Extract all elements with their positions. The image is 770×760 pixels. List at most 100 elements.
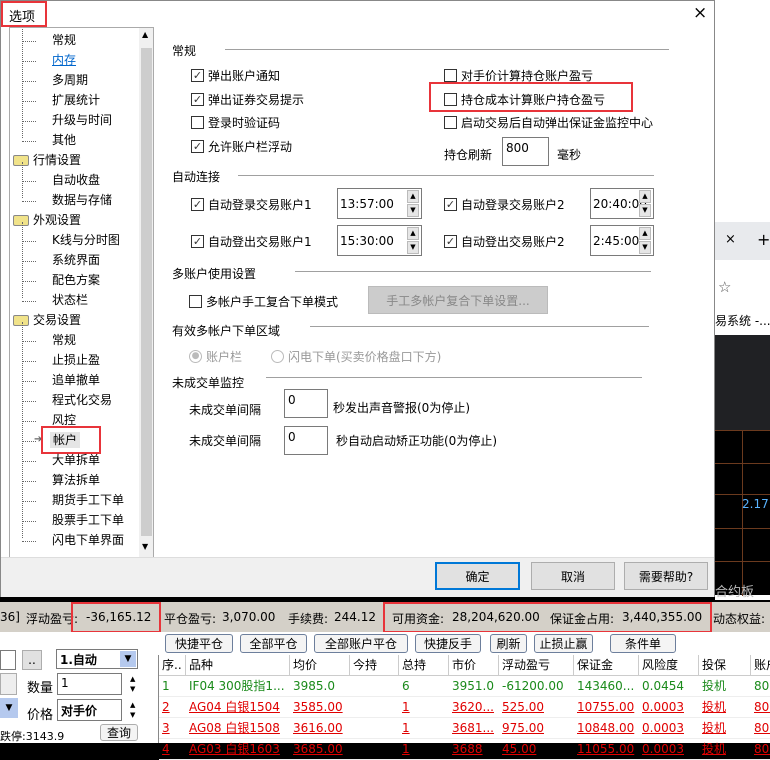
table-cell[interactable]: 1 [159, 676, 186, 697]
tree-item-1[interactable]: 内存 [52, 52, 76, 68]
table-cell[interactable]: 10848.00 [574, 718, 639, 739]
table-cell[interactable] [350, 676, 399, 697]
time-spinner-0[interactable]: 13:57:00 ▲ ▼ [337, 188, 422, 219]
table-cell[interactable]: 11055.00 [574, 739, 639, 760]
tree-group-9[interactable]: 外观设置 [33, 212, 81, 228]
table-cell[interactable]: 投机 [699, 676, 751, 697]
table-cell[interactable]: -61200.00 [499, 676, 574, 697]
table-cell[interactable]: 投机 [699, 697, 751, 718]
time-spinner-3[interactable]: 2:45:00 ▲ ▼ [590, 225, 654, 256]
general-checkbox-right-0[interactable]: 对手价计算持仓账户盈亏 [444, 67, 593, 84]
cancel-button[interactable]: 取消 [531, 562, 615, 590]
general-checkbox-2[interactable]: 登录时验证码 [191, 114, 280, 131]
tree-scrollbar[interactable]: ▲ ▼ [139, 28, 153, 557]
spin-up-icon[interactable]: ▲ [407, 227, 419, 240]
browse-button[interactable]: .. [22, 650, 42, 670]
table-cell[interactable]: 0.0003 [639, 739, 699, 760]
time-spinner-2[interactable]: 15:30:00 ▲ ▼ [337, 225, 422, 256]
tree-item-16[interactable]: 止损止盈 [52, 352, 100, 368]
table-cell[interactable]: 3685.00 [290, 739, 350, 760]
spin-down-icon[interactable]: ▼ [639, 241, 651, 254]
table-cell[interactable]: 45.00 [499, 739, 574, 760]
table-cell[interactable]: 0.0003 [639, 718, 699, 739]
spin-down-icon[interactable]: ▼ [639, 204, 651, 217]
auto-connect-checkbox-0[interactable]: ✓ 自动登录交易账户1 [191, 196, 312, 213]
tree-item-0[interactable]: 常规 [52, 32, 76, 48]
tree-item-5[interactable]: 其他 [52, 132, 76, 148]
table-cell[interactable]: AG04 白银1504 [186, 697, 290, 718]
auto-connect-checkbox-1[interactable]: ✓ 自动登录交易账户2 [444, 196, 565, 213]
table-cell[interactable]: 6 [399, 676, 449, 697]
table-cell[interactable]: 525.00 [499, 697, 574, 718]
toolbar-button-6[interactable]: 条件单 [610, 634, 676, 653]
time-spinner-1[interactable]: 20:40:00 ▲ ▼ [590, 188, 654, 219]
tree-item-25[interactable]: 闪电下单界面 [52, 532, 124, 548]
alarm-interval-input[interactable]: 0 [284, 389, 328, 418]
tree-item-13[interactable]: 状态栏 [52, 292, 88, 308]
side-button[interactable] [0, 673, 17, 695]
tab-close-icon[interactable]: × [725, 232, 736, 247]
code-input[interactable] [0, 650, 16, 670]
table-cell[interactable]: 807 [751, 676, 770, 697]
table-cell[interactable]: AG03 白银1603 [186, 739, 290, 760]
auto-connect-checkbox-2[interactable]: ✓ 自动登出交易账户1 [191, 233, 312, 250]
tree-group-14[interactable]: 交易设置 [33, 312, 81, 328]
table-cell[interactable]: 3681... [449, 718, 499, 739]
table-cell[interactable]: 3616.00 [290, 718, 350, 739]
table-cell[interactable]: 3688 [449, 739, 499, 760]
table-cell[interactable]: 投机 [699, 739, 751, 760]
tree-item-10[interactable]: K线与分时图 [52, 232, 120, 248]
tree-item-18[interactable]: 程式化交易 [52, 392, 112, 408]
tree-item-24[interactable]: 股票手工下单 [52, 512, 124, 528]
tree-item-17[interactable]: 追单撤单 [52, 372, 100, 388]
table-cell[interactable]: 0.0454 [639, 676, 699, 697]
order-mode-select[interactable]: 1.自动 ▼ [56, 649, 138, 669]
toolbar-button-4[interactable]: 刷新 [490, 634, 527, 653]
table-cell[interactable]: 1 [399, 739, 449, 760]
radio-account-bar[interactable]: ● 账户栏 [189, 348, 242, 365]
spin-down-icon[interactable]: ▼ [407, 241, 419, 254]
column-header-7[interactable]: 保证金 [574, 655, 639, 676]
table-cell[interactable] [350, 739, 399, 760]
general-checkbox-right-1[interactable]: 持仓成本计算账户持仓盈亏 [444, 91, 605, 108]
ok-button[interactable]: 确定 [435, 562, 520, 590]
column-header-5[interactable]: 市价 [449, 655, 499, 676]
column-header-8[interactable]: 风险度 [639, 655, 699, 676]
table-cell[interactable]: 10755.00 [574, 697, 639, 718]
star-icon[interactable]: ☆ [718, 278, 731, 296]
table-cell[interactable]: 3620... [449, 697, 499, 718]
table-cell[interactable]: 2 [159, 697, 186, 718]
table-cell[interactable] [350, 697, 399, 718]
table-cell[interactable]: 807 [751, 718, 770, 739]
chevron-down-icon[interactable]: ▼ [0, 698, 18, 718]
tree-item-21[interactable]: 大单拆单 [52, 452, 100, 468]
column-header-3[interactable]: 今持 [350, 655, 399, 676]
table-cell[interactable]: 143460... [574, 676, 639, 697]
toolbar-button-5[interactable]: 止损止赢 [534, 634, 593, 653]
general-checkbox-1[interactable]: ✓ 弹出证券交易提示 [191, 91, 304, 108]
spin-down-icon[interactable]: ▼ [407, 204, 419, 217]
tree-item-22[interactable]: 算法拆单 [52, 472, 100, 488]
toolbar-button-0[interactable]: 快捷平仓 [165, 634, 233, 653]
tree-item-4[interactable]: 升级与时间 [52, 112, 112, 128]
general-checkbox-3[interactable]: ✓ 允许账户栏浮动 [191, 138, 292, 155]
price-stepper[interactable]: ▲ ▼ [130, 700, 135, 720]
refresh-input[interactable]: 800 [502, 137, 549, 166]
auto-connect-checkbox-3[interactable]: ✓ 自动登出交易账户2 [444, 233, 565, 250]
scroll-down-icon[interactable]: ▼ [142, 542, 148, 551]
query-button[interactable]: 查询 [100, 724, 138, 741]
table-cell[interactable]: 1 [399, 718, 449, 739]
table-cell[interactable]: 0.0003 [639, 697, 699, 718]
general-checkbox-right-2[interactable]: 启动交易后自动弹出保证金监控中心 [444, 114, 653, 131]
multi-account-settings-button[interactable]: 手工多帐户复合下单设置... [368, 286, 548, 314]
column-header-6[interactable]: 浮动盈亏 [499, 655, 574, 676]
table-cell[interactable]: 3 [159, 718, 186, 739]
tree-item-12[interactable]: 配色方案 [52, 272, 100, 288]
table-cell[interactable]: 3951.0 [449, 676, 499, 697]
tree-item-11[interactable]: 系统界面 [52, 252, 100, 268]
radio-lightning-order[interactable]: 闪电下单(买卖价格盘口下方) [271, 348, 441, 365]
correction-interval-input[interactable]: 0 [284, 426, 328, 455]
table-cell[interactable]: 1 [399, 697, 449, 718]
tree-item-3[interactable]: 扩展统计 [52, 92, 100, 108]
scroll-up-icon[interactable]: ▲ [142, 30, 148, 39]
